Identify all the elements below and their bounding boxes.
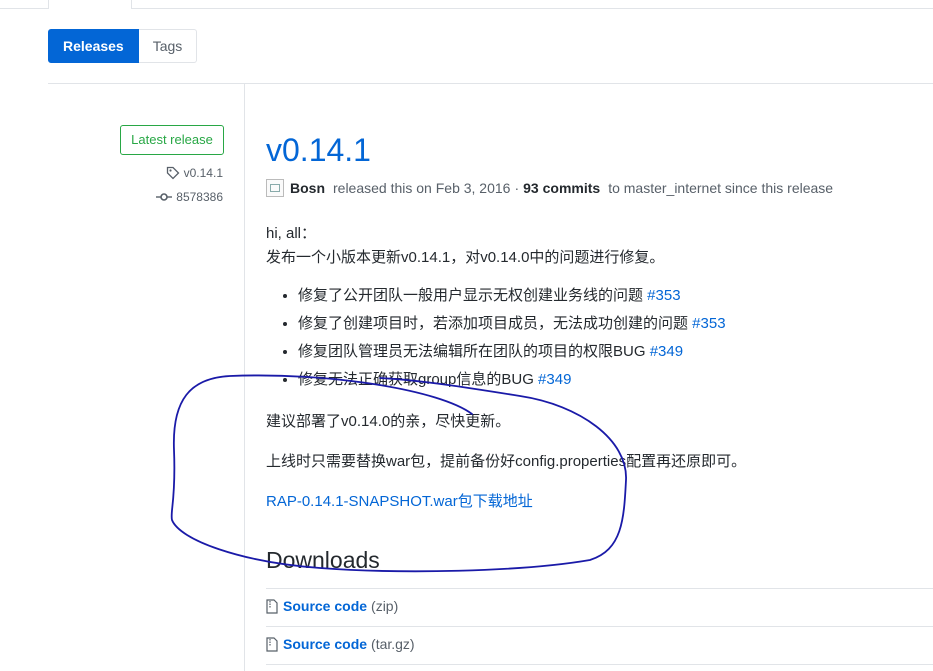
- file-format: (tar.gz): [371, 636, 415, 652]
- war-download-link[interactable]: RAP-0.14.1-SNAPSHOT.war包下载地址: [266, 493, 533, 510]
- file-format: (zip): [371, 598, 399, 614]
- release-tag[interactable]: v0.14.1: [166, 166, 223, 180]
- list-item: 修复了公开团队一般用户显示无权创建业务线的问题 #353: [298, 285, 726, 313]
- divider: [48, 83, 933, 84]
- fix-text: 修复了公开团队一般用户显示无权创建业务线的问题: [298, 287, 648, 304]
- release-commit[interactable]: 8578386: [156, 190, 223, 204]
- git-commit-icon: [156, 193, 173, 201]
- commits-link[interactable]: 93 commits: [523, 180, 600, 196]
- tag-label: v0.14.1: [183, 166, 223, 180]
- divider: [266, 588, 933, 589]
- issue-link[interactable]: #349: [650, 343, 683, 360]
- fix-text: 修复了创建项目时，若添加项目成员，无法成功创建的问题: [298, 315, 693, 332]
- intro-text: 发布一个小版本更新v0.14.1，对v0.14.0中的问题进行修复。: [266, 249, 665, 266]
- issue-link[interactable]: #349: [538, 371, 571, 388]
- file-name: Source code: [283, 636, 368, 652]
- fix-text: 修复无法正确获取group信息的BUG: [298, 371, 539, 388]
- since-text: to master_internet since this release: [608, 180, 834, 196]
- issue-link[interactable]: #353: [692, 315, 725, 332]
- deploy-text: 上线时只需要替换war包，提前备份好config.properties配置再还原…: [266, 453, 747, 470]
- fix-list: 修复了公开团队一般用户显示无权创建业务线的问题 #353 修复了创建项目时，若添…: [266, 285, 726, 397]
- author-link[interactable]: Bosn: [290, 180, 325, 196]
- active-repo-tab[interactable]: [48, 0, 132, 9]
- war-link-row: RAP-0.14.1-SNAPSHOT.war包下载地址: [266, 490, 533, 511]
- downloads-heading: Downloads: [266, 547, 380, 573]
- file-name: Source code: [283, 598, 368, 614]
- list-item: 修复团队管理员无法编辑所在团队的项目的权限BUG #349: [298, 341, 726, 369]
- issue-link[interactable]: #353: [647, 287, 680, 304]
- releases-tab[interactable]: Releases: [48, 29, 139, 63]
- divider: [266, 626, 933, 627]
- greeting-text: hi, all：: [266, 225, 317, 242]
- list-item: 修复了创建项目时，若添加项目成员，无法成功创建的问题 #353: [298, 313, 726, 341]
- release-title-text: v0.14.1: [266, 132, 371, 168]
- release-byline: Bosn released this on Feb 3, 2016 · 93 c…: [266, 179, 833, 197]
- tag-icon: [166, 166, 180, 180]
- download-targz[interactable]: Source code (tar.gz): [266, 636, 415, 652]
- download-zip[interactable]: Source code (zip): [266, 598, 398, 614]
- tags-tab[interactable]: Tags: [138, 29, 198, 63]
- released-text: released this on Feb 3, 2016: [333, 180, 511, 196]
- timeline-divider: [244, 84, 245, 671]
- repo-nav-strip: [0, 0, 933, 9]
- fix-text: 修复团队管理员无法编辑所在团队的项目的权限BUG: [298, 343, 650, 360]
- file-zip-icon: [266, 636, 278, 652]
- latest-release-badge: Latest release: [120, 125, 224, 155]
- releases-subnav: Releases Tags: [48, 29, 198, 63]
- list-item: 修复无法正确获取group信息的BUG #349: [298, 369, 726, 397]
- commit-sha: 8578386: [176, 190, 223, 204]
- file-zip-icon: [266, 598, 278, 614]
- divider: [266, 664, 933, 665]
- avatar[interactable]: [266, 179, 284, 197]
- byline-separator: ·: [514, 180, 520, 196]
- suggest-text: 建议部署了v0.14.0的亲，尽快更新。: [266, 413, 511, 430]
- release-title[interactable]: v0.14.1: [266, 128, 371, 172]
